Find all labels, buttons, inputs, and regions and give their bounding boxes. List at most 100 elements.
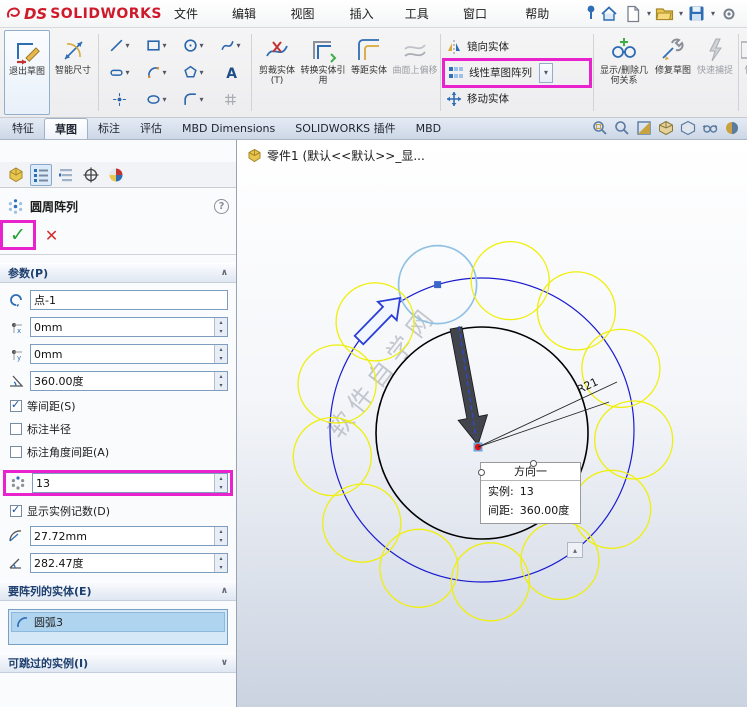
spin-down-icon[interactable]: ▾ bbox=[215, 381, 227, 390]
callout-spinner-up[interactable]: ▴ bbox=[567, 542, 583, 558]
mirror-entities-button[interactable]: 镜向实体 bbox=[443, 35, 591, 59]
menu-window[interactable]: 窗口(W) bbox=[451, 0, 513, 49]
sketch-arc-button[interactable]: ▾ bbox=[138, 59, 175, 86]
feature-manager-tab[interactable] bbox=[5, 164, 27, 186]
spin-down-icon[interactable]: ▾ bbox=[215, 563, 227, 572]
total-angle-input[interactable] bbox=[31, 372, 214, 390]
center-x-icon[interactable]: x bbox=[6, 318, 26, 336]
convert-entities-button[interactable]: 转换实体引用 bbox=[300, 30, 346, 115]
ellipse-caret-icon[interactable]: ▾ bbox=[162, 95, 166, 104]
arc-angle-icon[interactable] bbox=[6, 554, 26, 572]
checkbox-icon[interactable] bbox=[10, 446, 22, 458]
exit-sketch-button[interactable]: 退出草图 bbox=[4, 30, 50, 115]
sketch-fillet-button[interactable]: ▾ bbox=[175, 86, 212, 113]
center-y-spinner[interactable]: ▴ ▾ bbox=[214, 345, 227, 363]
repair-sketch-button[interactable]: 修复草图 bbox=[652, 30, 694, 115]
spin-up-icon[interactable]: ▴ bbox=[215, 527, 227, 536]
sketch-canvas[interactable]: 软件自学网 R21 bbox=[237, 140, 747, 707]
spin-up-icon[interactable]: ▴ bbox=[215, 372, 227, 381]
menu-tools[interactable]: 工具(T) bbox=[393, 0, 451, 49]
center-point-input[interactable] bbox=[31, 291, 227, 309]
dimension-angular-checkbox[interactable]: 标注角度间距(A) bbox=[10, 444, 226, 460]
radius-icon[interactable] bbox=[6, 527, 26, 545]
appearance-icon[interactable] bbox=[723, 119, 741, 137]
linear-pattern-flyout-button[interactable]: ▾ bbox=[539, 62, 553, 83]
menu-file[interactable]: 文件(F) bbox=[162, 0, 220, 49]
center-x-input[interactable] bbox=[31, 318, 214, 336]
slot-caret-icon[interactable]: ▾ bbox=[125, 68, 129, 77]
tab-mbd[interactable]: MBD bbox=[406, 118, 452, 139]
spin-up-icon[interactable]: ▴ bbox=[215, 345, 227, 354]
new-document-icon[interactable] bbox=[623, 4, 643, 24]
sketch-line-button[interactable]: ▾ bbox=[101, 32, 138, 59]
entities-selection-list[interactable]: 圆弧3 bbox=[8, 609, 228, 645]
pin-menu-icon[interactable] bbox=[583, 4, 599, 23]
callout-spacing-value[interactable]: 360.00度 bbox=[520, 503, 570, 518]
radius-input[interactable] bbox=[31, 527, 214, 545]
arc-caret-icon[interactable]: ▾ bbox=[162, 68, 166, 77]
radius-spinner[interactable]: ▴ ▾ bbox=[214, 527, 227, 545]
linear-sketch-pattern-button[interactable]: 线性草图阵列 ▾ bbox=[445, 61, 589, 85]
quick-snaps-button[interactable]: 快速捕捉 bbox=[694, 30, 736, 115]
total-angle-spinner[interactable]: ▴ ▾ bbox=[214, 372, 227, 390]
center-y-icon[interactable]: y bbox=[6, 345, 26, 363]
save-icon[interactable] bbox=[687, 4, 707, 24]
callout-instances-value[interactable]: 13 bbox=[520, 484, 534, 499]
sketch-ellipse-button[interactable]: ▾ bbox=[138, 86, 175, 113]
open-caret-icon[interactable]: ▾ bbox=[679, 9, 683, 18]
checkbox-icon[interactable] bbox=[10, 423, 22, 435]
property-manager-tab[interactable] bbox=[30, 163, 52, 186]
center-x-spinner[interactable]: ▴ ▾ bbox=[214, 318, 227, 336]
polygon-caret-icon[interactable]: ▾ bbox=[199, 68, 203, 77]
arc-angle-input[interactable] bbox=[31, 554, 214, 572]
menu-insert[interactable]: 插入(I) bbox=[338, 0, 393, 49]
tab-evaluate[interactable]: 评估 bbox=[130, 118, 172, 139]
sketch-grid-button[interactable] bbox=[212, 86, 249, 113]
hide-show-items-icon[interactable] bbox=[701, 119, 719, 137]
display-style-icon[interactable] bbox=[679, 119, 697, 137]
view-orientation-icon[interactable] bbox=[657, 119, 675, 137]
circle-caret-icon[interactable]: ▾ bbox=[199, 41, 203, 50]
spin-up-icon[interactable]: ▴ bbox=[215, 554, 227, 563]
section-view-icon[interactable] bbox=[635, 119, 653, 137]
sketch-polygon-button[interactable]: ▾ bbox=[175, 59, 212, 86]
seed-point-handle[interactable] bbox=[434, 281, 442, 289]
section-entities[interactable]: 要阵列的实体(E) ∧ bbox=[0, 581, 236, 601]
dimxpert-manager-tab[interactable] bbox=[80, 164, 102, 186]
dimension-radius-checkbox[interactable]: 标注半径 bbox=[10, 421, 226, 437]
sketch-text-button[interactable]: A bbox=[212, 59, 249, 86]
open-folder-icon[interactable] bbox=[655, 4, 675, 24]
options-icon[interactable] bbox=[719, 4, 739, 24]
spin-down-icon[interactable]: ▾ bbox=[215, 483, 227, 492]
checkbox-icon[interactable] bbox=[10, 503, 22, 517]
spin-up-icon[interactable]: ▴ bbox=[215, 474, 227, 483]
configuration-manager-tab[interactable] bbox=[55, 164, 77, 186]
offset-on-surface-button[interactable]: 曲面上偏移 bbox=[392, 30, 438, 115]
fillet-caret-icon[interactable]: ▾ bbox=[199, 95, 203, 104]
tab-solidworks-addins[interactable]: SOLIDWORKS 插件 bbox=[285, 118, 405, 139]
expand-chevron-icon[interactable]: ∨ bbox=[221, 658, 228, 668]
checkbox-icon[interactable] bbox=[10, 398, 22, 412]
sketch-point-button[interactable] bbox=[101, 86, 138, 113]
sketch-rectangle-button[interactable]: ▾ bbox=[138, 32, 175, 59]
spin-up-icon[interactable]: ▴ bbox=[215, 318, 227, 327]
clipped-ribbon-button[interactable]: 快 bbox=[741, 30, 747, 115]
radius-dimension-text[interactable]: R21 bbox=[575, 375, 600, 396]
instance-count-icon[interactable] bbox=[8, 474, 28, 492]
ok-button[interactable]: ✓ bbox=[0, 220, 36, 250]
section-parameters[interactable]: 参数(P) ∧ bbox=[0, 263, 236, 283]
home-icon[interactable] bbox=[599, 4, 619, 24]
move-entities-button[interactable]: 移动实体 bbox=[443, 87, 591, 111]
new-document-caret-icon[interactable]: ▾ bbox=[647, 9, 651, 18]
tab-annotation[interactable]: 标注 bbox=[88, 118, 130, 139]
display-delete-relations-button[interactable]: 显示/删除几何关系 bbox=[596, 30, 652, 115]
center-y-input[interactable] bbox=[31, 345, 214, 363]
cancel-button[interactable]: ✕ bbox=[45, 226, 58, 245]
sketch-circle-button[interactable]: ▾ bbox=[175, 32, 212, 59]
spin-down-icon[interactable]: ▾ bbox=[215, 354, 227, 363]
trim-entities-button[interactable]: 剪裁实体(T) bbox=[254, 30, 300, 115]
display-manager-tab[interactable] bbox=[105, 164, 127, 186]
zoom-to-fit-icon[interactable] bbox=[591, 119, 609, 137]
line-caret-icon[interactable]: ▾ bbox=[125, 41, 129, 50]
direction-callout[interactable]: 方向一 实例: 13 间距: 360.00度 bbox=[478, 460, 581, 524]
